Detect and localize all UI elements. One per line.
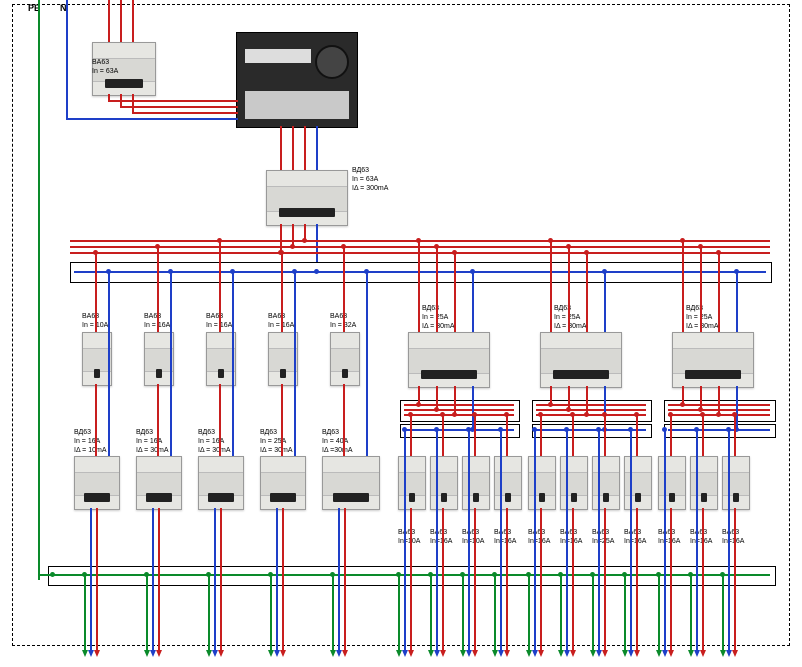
row1-rcd-lbl-0: ВД63 In = 25A IΔ = 30mA [422, 304, 455, 331]
output-arrow-red [570, 650, 576, 657]
row2-lbl-2: ВД63 In = 16A IΔ = 30mA [198, 428, 231, 455]
main-rcd-label: ВД63 In = 63A IΔ = 300mA [352, 166, 388, 193]
row1-rcd-0 [408, 332, 490, 388]
row2-lbl-3: ВД63 In = 25A IΔ = 30mA [260, 428, 293, 455]
output-arrow-red [94, 650, 100, 657]
output-arrow-red [218, 650, 224, 657]
row3-mcb-6 [592, 456, 620, 510]
subbus-2-n [664, 424, 776, 438]
busbar-l2 [70, 246, 770, 248]
row2-lbl-4: ВД63 In = 40A IΔ =30mA [322, 428, 353, 455]
main-rcd [266, 170, 348, 226]
output-arrow-red [700, 650, 706, 657]
row2-rcd-3 [260, 456, 306, 510]
row3-mcb-2 [462, 456, 490, 510]
output-arrow-red [342, 650, 348, 657]
row1-rcd-1 [540, 332, 622, 388]
meter-dial [315, 45, 349, 79]
l2-incoming [120, 0, 122, 42]
row2-rcd-0 [74, 456, 120, 510]
n-incoming-line [66, 0, 68, 118]
row3-mcb-3 [494, 456, 522, 510]
row2-rcd-4 [322, 456, 380, 510]
row3-mcb-5 [560, 456, 588, 510]
output-arrow-red [602, 650, 608, 657]
row3-mcb-9 [690, 456, 718, 510]
output-arrow-red [440, 650, 446, 657]
l1-incoming [108, 0, 110, 42]
row2-rcd-1 [136, 456, 182, 510]
meter-display [245, 49, 311, 63]
energy-meter [236, 32, 358, 128]
row2-lbl-0: ВД63 In = 16A IΔ = 10mA [74, 428, 107, 455]
output-arrow-red [280, 650, 286, 657]
output-arrow-red [538, 650, 544, 657]
output-arrow-red [156, 650, 162, 657]
pe-incoming-line [38, 0, 40, 580]
l3-incoming [132, 0, 134, 42]
subbus-1-n [532, 424, 652, 438]
busbar-l3 [70, 252, 770, 254]
busbar-n [74, 271, 766, 273]
output-arrow-red [732, 650, 738, 657]
row1-rcd-2 [672, 332, 754, 388]
row3-mcb-8 [658, 456, 686, 510]
output-arrow-red [472, 650, 478, 657]
meter-plate [245, 91, 349, 119]
row3-mcb-4 [528, 456, 556, 510]
row2-rcd-2 [198, 456, 244, 510]
main-breaker-rating: In = 63A [92, 68, 118, 75]
wiring-diagram: PE N BA63 In = 63A ВД63 In = 63A IΔ = 30… [0, 0, 802, 667]
row1-rcd-lbl-1: ВД63 In = 25A IΔ = 30mA [554, 304, 587, 331]
row2-lbl-1: ВД63 In = 16A IΔ = 30mA [136, 428, 169, 455]
row3-mcb-0 [398, 456, 426, 510]
row1-rcd-lbl-2: ВД63 In = 25A IΔ = 30mA [686, 304, 719, 331]
main-breaker-model: BA63 [92, 59, 109, 66]
output-arrow-red [504, 650, 510, 657]
output-arrow-red [668, 650, 674, 657]
row3-mcb-7 [624, 456, 652, 510]
row1-mcb-4 [330, 332, 360, 386]
row3-mcb-1 [430, 456, 458, 510]
output-arrow-red [634, 650, 640, 657]
row3-mcb-10 [722, 456, 750, 510]
output-arrow-red [408, 650, 414, 657]
